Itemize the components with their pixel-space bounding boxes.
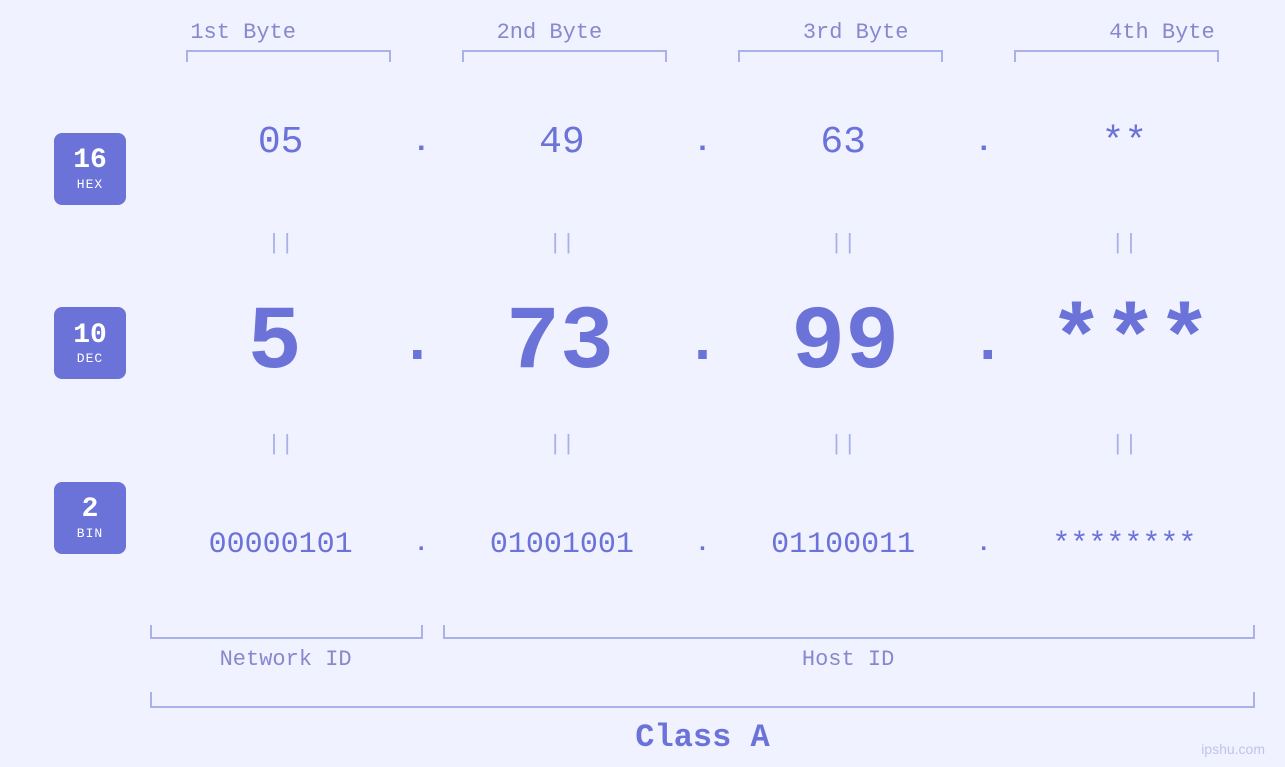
dec-value-4: *** <box>1049 293 1211 395</box>
dec-cell-4: *** <box>1006 293 1255 395</box>
dec-number: 10 <box>73 321 107 352</box>
host-id-label: Host ID <box>441 647 1255 687</box>
hex-dot-2: . <box>693 126 713 160</box>
watermark: ipshu.com <box>1201 741 1265 757</box>
byte-header-1: 1st Byte <box>90 20 396 45</box>
dec-cell-1: 5 <box>150 293 399 395</box>
eq1-1: || <box>150 231 411 256</box>
byte-header-4: 4th Byte <box>1009 20 1285 45</box>
class-label-row: Class A <box>150 712 1255 762</box>
dec-value-2: 73 <box>506 293 614 395</box>
hex-dot-1: . <box>411 126 431 160</box>
top-bracket-2 <box>426 45 702 62</box>
bin-value-1: 00000101 <box>209 528 353 562</box>
dec-dot-3: . <box>970 310 1006 378</box>
hex-value-1: 05 <box>258 121 304 164</box>
eq2-3: || <box>713 432 974 457</box>
eq2-2: || <box>431 432 692 457</box>
bin-value-2: 01001001 <box>490 528 634 562</box>
dec-cell-3: 99 <box>721 293 970 395</box>
id-labels-row: Network ID Host ID <box>150 647 1255 687</box>
dec-value-1: 5 <box>248 293 302 395</box>
eq1-4: || <box>994 231 1255 256</box>
network-id-label: Network ID <box>150 647 421 687</box>
bin-dot-3: . <box>974 531 994 558</box>
hex-value-4: ** <box>1102 121 1148 164</box>
host-bracket <box>443 625 1255 639</box>
top-bracket-1 <box>150 45 426 62</box>
bin-cell-3: 01100011 <box>713 528 974 562</box>
byte-header-2: 2nd Byte <box>396 20 702 45</box>
bin-value-4: ******** <box>1052 528 1196 562</box>
bracket-spacer-1 <box>423 625 443 645</box>
header-row: 1st Byte 2nd Byte 3rd Byte 4th Byte <box>90 20 1285 45</box>
bin-value-3: 01100011 <box>771 528 915 562</box>
bin-label: BIN <box>77 526 103 541</box>
top-bracket-3 <box>703 45 979 62</box>
dec-badge: 10 DEC <box>54 307 126 379</box>
bin-cell-1: 00000101 <box>150 528 411 562</box>
hex-number: 16 <box>73 146 107 177</box>
hex-label: HEX <box>77 177 103 192</box>
dec-row: 5 . 73 . 99 . *** <box>150 263 1255 424</box>
eq1-3: || <box>713 231 974 256</box>
bottom-bracket-row <box>150 625 1255 645</box>
large-bracket-row <box>150 692 1255 712</box>
dec-value-3: 99 <box>791 293 899 395</box>
content-area: 16 HEX 10 DEC 2 BIN 05 . 49 <box>30 62 1255 625</box>
top-bracket-4 <box>979 45 1255 62</box>
bin-dot-2: . <box>693 531 713 558</box>
dec-dot-1: . <box>399 310 435 378</box>
bin-dot-1: . <box>411 531 431 558</box>
bin-cell-4: ******** <box>994 528 1255 562</box>
bin-badge: 2 BIN <box>54 482 126 554</box>
network-bracket <box>150 625 423 639</box>
id-spacer <box>421 647 441 687</box>
large-bracket <box>150 692 1255 708</box>
dec-cell-2: 73 <box>435 293 684 395</box>
bin-row: 00000101 . 01001001 . 01100011 . *******… <box>150 464 1255 625</box>
top-bracket-row <box>150 45 1255 62</box>
equals-row-1: || || || || <box>150 223 1255 263</box>
hex-badge: 16 HEX <box>54 133 126 205</box>
main-container: 1st Byte 2nd Byte 3rd Byte 4th Byte 16 H… <box>0 0 1285 767</box>
hex-cell-2: 49 <box>431 121 692 164</box>
byte-header-3: 3rd Byte <box>703 20 1009 45</box>
dec-dot-2: . <box>684 310 720 378</box>
eq2-1: || <box>150 432 411 457</box>
bin-number: 2 <box>82 495 99 526</box>
equals-row-2: || || || || <box>150 424 1255 464</box>
hex-cell-4: ** <box>994 121 1255 164</box>
labels-column: 16 HEX 10 DEC 2 BIN <box>30 62 150 625</box>
hex-value-2: 49 <box>539 121 585 164</box>
eq1-2: || <box>431 231 692 256</box>
hex-row: 05 . 49 . 63 . ** <box>150 62 1255 223</box>
hex-dot-3: . <box>974 126 994 160</box>
bin-cell-2: 01001001 <box>431 528 692 562</box>
hex-cell-1: 05 <box>150 121 411 164</box>
hex-cell-3: 63 <box>713 121 974 164</box>
eq2-4: || <box>994 432 1255 457</box>
class-label: Class A <box>635 719 769 756</box>
hex-value-3: 63 <box>820 121 866 164</box>
values-grid: 05 . 49 . 63 . ** || || <box>150 62 1255 625</box>
dec-label: DEC <box>77 351 103 366</box>
